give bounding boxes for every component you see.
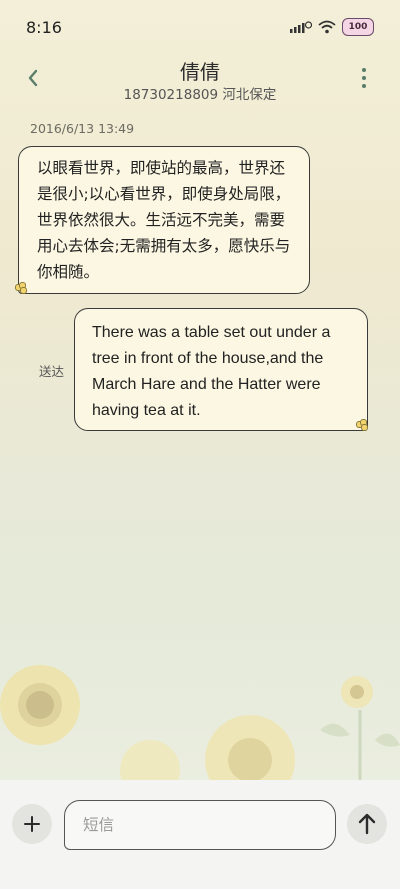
arrow-up-icon[interactable] xyxy=(347,804,387,844)
contact-name: 倩倩 xyxy=(180,60,220,84)
conversation-header: 倩倩 18730218809 河北保定 xyxy=(0,56,400,106)
battery-icon: 100 xyxy=(342,18,374,36)
sunflower-background-illustration xyxy=(0,665,400,780)
composer-bar: 短信 xyxy=(0,780,400,889)
sms-input[interactable]: 短信 xyxy=(64,800,336,850)
outgoing-message-text: There was a table set out under a tree i… xyxy=(92,324,331,419)
status-icons: 100 xyxy=(290,18,374,36)
delivery-status: 送达 xyxy=(39,364,65,379)
message-timestamp: 2016/6/13 13:49 xyxy=(30,121,135,136)
flower-decoration-icon xyxy=(356,419,368,431)
status-time: 8:16 xyxy=(26,18,62,37)
signal-icon xyxy=(290,21,312,33)
plus-icon[interactable] xyxy=(12,804,52,844)
sms-input-placeholder: 短信 xyxy=(83,816,115,834)
flower-decoration-icon xyxy=(15,282,27,294)
contact-subtitle: 18730218809 河北保定 xyxy=(123,87,277,103)
more-vertical-icon[interactable] xyxy=(360,68,368,90)
status-bar: 8:16 100 xyxy=(0,0,400,56)
wifi-icon xyxy=(318,20,336,34)
outgoing-message-bubble[interactable]: There was a table set out under a tree i… xyxy=(74,308,368,431)
incoming-message-bubble[interactable]: 以眼看世界，即使站的最高，世界还是很小;以心看世界，即使身处局限，世界依然很大。… xyxy=(18,146,310,294)
incoming-message-text: 以眼看世界，即使站的最高，世界还是很小;以心看世界，即使身处局限，世界依然很大。… xyxy=(37,159,291,281)
